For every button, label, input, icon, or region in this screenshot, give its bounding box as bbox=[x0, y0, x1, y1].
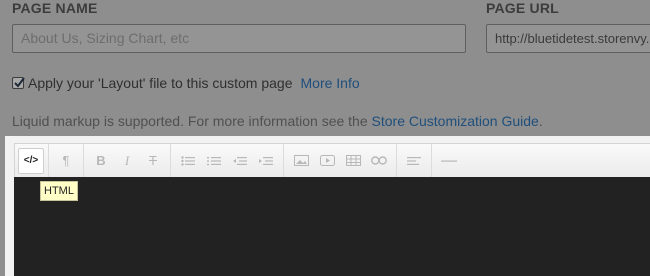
help-text-suffix: . bbox=[538, 113, 543, 129]
video-icon[interactable] bbox=[314, 148, 340, 174]
unordered-list-icon[interactable] bbox=[175, 148, 201, 174]
toolbar-divider bbox=[170, 144, 171, 177]
layout-checkbox[interactable] bbox=[12, 77, 25, 89]
horizontal-rule-icon[interactable] bbox=[436, 148, 462, 174]
indent-icon[interactable] bbox=[253, 148, 279, 174]
italic-icon[interactable]: I bbox=[114, 148, 140, 174]
toolbar-divider bbox=[48, 144, 49, 177]
page-url-input[interactable]: http://bluetidetest.storenvy. bbox=[486, 24, 650, 53]
outdent-icon[interactable] bbox=[227, 148, 253, 174]
html-button[interactable]: </> bbox=[18, 147, 44, 174]
toolbar-divider bbox=[431, 144, 432, 177]
strikethrough-icon[interactable]: T bbox=[140, 148, 166, 174]
ordered-list-icon[interactable] bbox=[201, 148, 227, 174]
layout-checkbox-label: Apply your 'Layout' file to this custom … bbox=[28, 75, 293, 91]
align-icon[interactable] bbox=[401, 148, 427, 174]
page-url-label: PAGE URL bbox=[486, 0, 559, 16]
paragraph-icon[interactable]: ¶ bbox=[53, 148, 79, 174]
help-text: Liquid markup is supported. For more inf… bbox=[12, 113, 543, 129]
store-customization-guide-link[interactable]: Store Customization Guide bbox=[372, 113, 539, 129]
more-info-link[interactable]: More Info bbox=[301, 75, 360, 91]
layout-checkbox-row: Apply your 'Layout' file to this custom … bbox=[12, 75, 360, 91]
page-name-input[interactable]: About Us, Sizing Chart, etc bbox=[12, 24, 466, 53]
rich-text-editor: </> ¶ B I T HTML bbox=[5, 136, 650, 276]
link-icon[interactable] bbox=[366, 148, 392, 174]
checkmark-icon bbox=[14, 77, 25, 88]
toolbar-divider bbox=[396, 144, 397, 177]
bold-icon[interactable]: B bbox=[88, 148, 114, 174]
table-icon[interactable] bbox=[340, 148, 366, 174]
toolbar-divider bbox=[83, 144, 84, 177]
html-code-area[interactable] bbox=[14, 177, 650, 276]
toolbar-divider bbox=[283, 144, 284, 177]
image-icon[interactable] bbox=[288, 148, 314, 174]
page-name-label: PAGE NAME bbox=[12, 0, 98, 16]
html-tooltip: HTML bbox=[40, 181, 78, 201]
editor-toolbar: </> ¶ B I T bbox=[14, 143, 650, 178]
help-text-body: Liquid markup is supported. For more inf… bbox=[12, 113, 372, 129]
